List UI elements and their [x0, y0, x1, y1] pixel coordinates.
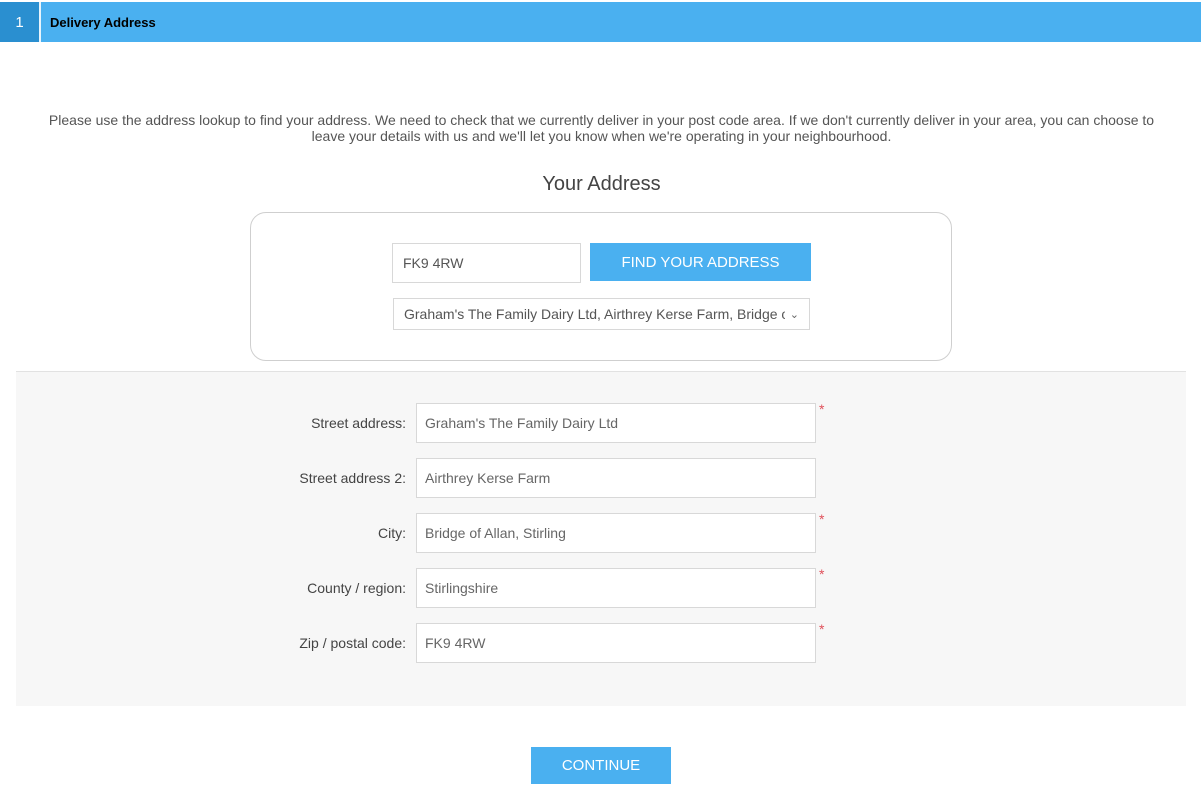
street-address-2-input[interactable]	[416, 458, 816, 498]
address-select-value: Graham's The Family Dairy Ltd, Airthrey …	[404, 306, 785, 322]
step-title: Delivery Address	[50, 14, 156, 30]
county-input[interactable]	[416, 568, 816, 608]
step-number: 1	[0, 2, 41, 42]
city-label: City:	[378, 525, 406, 541]
chevron-down-icon: ⌄	[789, 308, 799, 321]
address-form-panel: Street address: * Street address 2: City…	[16, 371, 1186, 706]
county-label: County / region:	[307, 580, 406, 596]
form-row-street-address: Street address: *	[16, 401, 1186, 443]
postal-code-input[interactable]	[416, 623, 816, 663]
postcode-input[interactable]	[392, 243, 581, 283]
address-select[interactable]: Graham's The Family Dairy Ltd, Airthrey …	[393, 298, 810, 330]
form-row-county: County / region: *	[16, 566, 1186, 608]
address-lookup-box: FIND YOUR ADDRESS Graham's The Family Da…	[250, 212, 952, 361]
required-marker: *	[819, 621, 825, 637]
required-marker: *	[819, 511, 825, 527]
postal-code-label: Zip / postal code:	[299, 635, 406, 651]
city-input[interactable]	[416, 513, 816, 553]
required-marker: *	[819, 566, 825, 582]
form-row-postal-code: Zip / postal code: *	[16, 621, 1186, 663]
continue-button[interactable]: CONTINUE	[531, 747, 671, 784]
intro-text: Please use the address lookup to find yo…	[48, 112, 1155, 144]
section-title: Your Address	[542, 173, 661, 195]
step-header: 1 Delivery Address	[0, 2, 1201, 42]
form-row-city: City: *	[16, 511, 1186, 553]
street-address-label: Street address:	[311, 415, 406, 431]
form-row-street-address-2: Street address 2:	[16, 458, 1186, 498]
find-address-button[interactable]: FIND YOUR ADDRESS	[590, 243, 811, 281]
street-address-input[interactable]	[416, 403, 816, 443]
required-marker: *	[819, 401, 825, 417]
street-address-2-label: Street address 2:	[299, 470, 406, 486]
